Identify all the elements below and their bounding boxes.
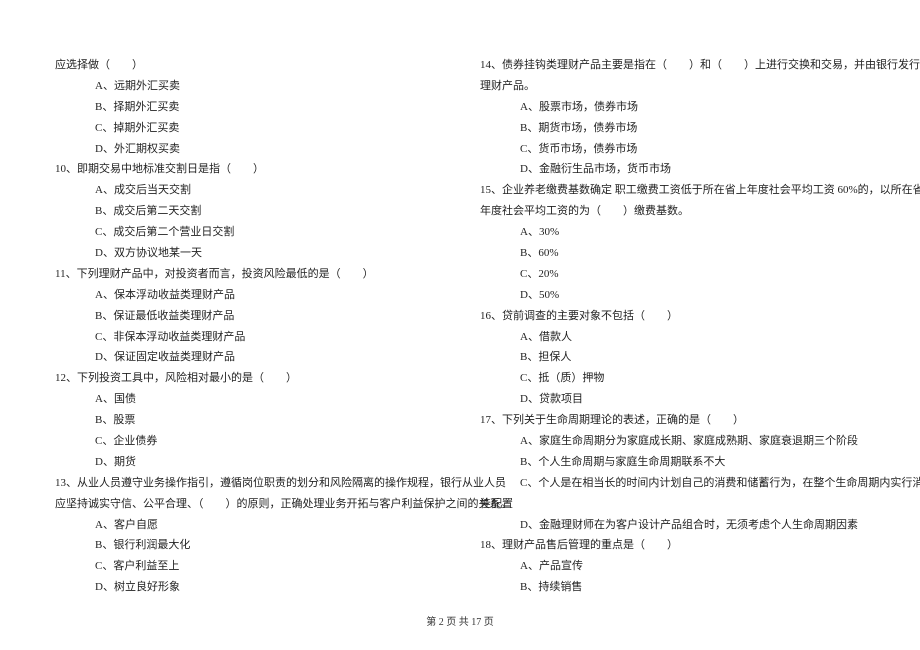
q15-opt-d: D、50% [480, 285, 865, 306]
q16-opt-d: D、贷款项目 [480, 389, 865, 410]
q15-opt-b: B、60% [480, 243, 865, 264]
q11: 11、下列理财产品中，对投资者而言，投资风险最低的是（ ） [55, 264, 440, 285]
q12-opt-d: D、期货 [55, 452, 440, 473]
q16-opt-a: A、借款人 [480, 327, 865, 348]
q14-opt-d: D、金融衍生品市场，货币市场 [480, 159, 865, 180]
q11-opt-a: A、保本浮动收益类理财产品 [55, 285, 440, 306]
q9-opt-c: C、掉期外汇买卖 [55, 118, 440, 139]
q11-opt-b: B、保证最低收益类理财产品 [55, 306, 440, 327]
q15-opt-c: C、20% [480, 264, 865, 285]
q13-opt-a: A、客户自愿 [55, 515, 440, 536]
q17-opt-c-line1: C、个人是在相当长的时间内计划自己的消费和储蓄行为，在整个生命周期内实行消费的最 [480, 473, 865, 494]
q13-opt-d: D、树立良好形象 [55, 577, 440, 598]
q18-opt-b: B、持续销售 [480, 577, 865, 598]
q12-opt-b: B、股票 [55, 410, 440, 431]
q15-line2: 年度社会平均工资的为（ ）缴费基数。 [480, 201, 865, 222]
q12-opt-c: C、企业债券 [55, 431, 440, 452]
left-column: 应选择做（ ） A、远期外汇买卖 B、择期外汇买卖 C、掉期外汇买卖 D、外汇期… [55, 55, 440, 600]
q16-opt-c: C、抵（质）押物 [480, 368, 865, 389]
q13-line1: 13、从业人员遵守业务操作指引，遵循岗位职责的划分和风险隔离的操作规程，银行从业… [55, 473, 440, 494]
right-column: 14、债券挂钩类理财产品主要是指在（ ）和（ ）上进行交换和交易，并由银行发行的… [480, 55, 865, 600]
q10-opt-b: B、成交后第二天交割 [55, 201, 440, 222]
q10: 10、即期交易中地标准交割日是指（ ） [55, 159, 440, 180]
q9-opt-b: B、择期外汇买卖 [55, 97, 440, 118]
page-footer: 第 2 页 共 17 页 [0, 613, 920, 632]
q18: 18、理财产品售后管理的重点是（ ） [480, 535, 865, 556]
q9-opt-d: D、外汇期权买卖 [55, 139, 440, 160]
q14-line2: 理财产品。 [480, 76, 865, 97]
q13-opt-b: B、银行利润最大化 [55, 535, 440, 556]
q17-opt-c-line2: 佳配置 [480, 494, 865, 515]
q15-line1: 15、企业养老缴费基数确定 职工缴费工资低于所在省上年度社会平均工资 60%的，… [480, 180, 865, 201]
q13-opt-c: C、客户利益至上 [55, 556, 440, 577]
q10-opt-c: C、成交后第二个营业日交割 [55, 222, 440, 243]
q18-opt-a: A、产品宣传 [480, 556, 865, 577]
q10-opt-a: A、成交后当天交割 [55, 180, 440, 201]
q16: 16、贷前调查的主要对象不包括（ ） [480, 306, 865, 327]
q17: 17、下列关于生命周期理论的表述，正确的是（ ） [480, 410, 865, 431]
q14-line1: 14、债券挂钩类理财产品主要是指在（ ）和（ ）上进行交换和交易，并由银行发行的 [480, 55, 865, 76]
q12-opt-a: A、国债 [55, 389, 440, 410]
q15-opt-a: A、30% [480, 222, 865, 243]
q16-opt-b: B、担保人 [480, 347, 865, 368]
q9-opt-a: A、远期外汇买卖 [55, 76, 440, 97]
q11-opt-c: C、非保本浮动收益类理财产品 [55, 327, 440, 348]
q11-opt-d: D、保证固定收益类理财产品 [55, 347, 440, 368]
q14-opt-b: B、期货市场，债券市场 [480, 118, 865, 139]
q13-line2: 应坚持诚实守信、公平合理、（ ）的原则，正确处理业务开拓与客户利益保护之间的关系… [55, 494, 440, 515]
q17-opt-d: D、金融理财师在为客户设计产品组合时，无须考虑个人生命周期因素 [480, 515, 865, 536]
q-cont: 应选择做（ ） [55, 55, 440, 76]
q17-opt-b: B、个人生命周期与家庭生命周期联系不大 [480, 452, 865, 473]
q14-opt-a: A、股票市场，债券市场 [480, 97, 865, 118]
q17-opt-a: A、家庭生命周期分为家庭成长期、家庭成熟期、家庭衰退期三个阶段 [480, 431, 865, 452]
page-columns: 应选择做（ ） A、远期外汇买卖 B、择期外汇买卖 C、掉期外汇买卖 D、外汇期… [55, 55, 865, 600]
q12: 12、下列投资工具中，风险相对最小的是（ ） [55, 368, 440, 389]
q14-opt-c: C、货币市场，债券市场 [480, 139, 865, 160]
q10-opt-d: D、双方协议地某一天 [55, 243, 440, 264]
